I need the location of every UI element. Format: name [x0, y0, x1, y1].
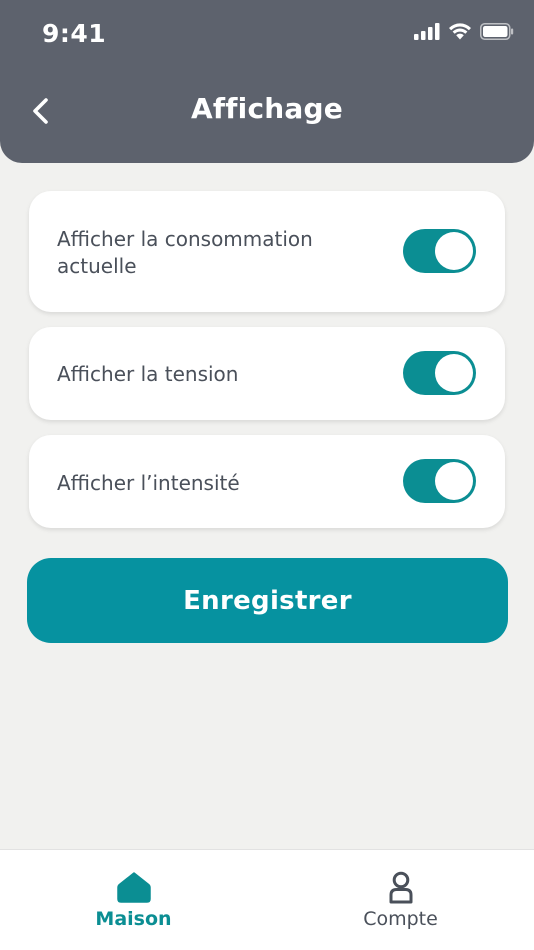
toggle-knob — [435, 354, 473, 392]
status-icons — [414, 22, 514, 40]
setting-label: Afficher la tension — [57, 362, 239, 386]
setting-label: Afficher l’intensité — [57, 471, 240, 495]
setting-card-tension: Afficher la tension — [29, 327, 505, 420]
status-time: 9:41 — [42, 19, 107, 48]
setting-label: Afficher la consommation actuelle — [57, 227, 313, 278]
setting-card-intensite: Afficher l’intensité — [29, 435, 505, 528]
cellular-signal-icon — [414, 22, 440, 40]
setting-card-consommation: Afficher la consommation actuelle — [29, 191, 505, 312]
page-title: Affichage — [191, 92, 343, 125]
toggle-knob — [435, 462, 473, 500]
status-bar: 9:41 — [0, 0, 534, 68]
tab-compte[interactable]: Compte — [267, 850, 534, 950]
app-header: 9:41 Affichage — [0, 0, 534, 163]
home-icon — [116, 872, 151, 903]
consommation-toggle[interactable] — [403, 229, 476, 273]
tab-label: Compte — [363, 908, 438, 930]
toggle-knob — [435, 232, 473, 270]
tab-maison[interactable]: Maison — [0, 850, 267, 950]
tab-label: Maison — [95, 908, 172, 930]
user-icon — [389, 871, 412, 904]
battery-icon — [480, 22, 514, 40]
intensite-toggle[interactable] — [403, 459, 476, 503]
wifi-icon — [449, 23, 471, 40]
tension-toggle[interactable] — [403, 351, 476, 395]
bottom-tab-bar: Maison Compte — [0, 849, 534, 950]
save-button[interactable]: Enregistrer — [27, 558, 508, 643]
